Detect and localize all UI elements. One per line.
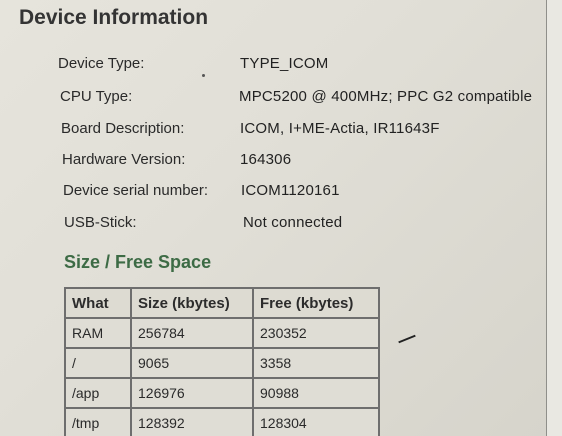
cell-size: 126976 xyxy=(130,377,254,409)
screen-speck xyxy=(202,74,205,77)
mouse-cursor-mark xyxy=(398,334,416,344)
cell-size: 256784 xyxy=(130,317,254,349)
cell-size: 128392 xyxy=(130,407,254,436)
section-title-size-free-space: Size / Free Space xyxy=(64,252,212,272)
content-border xyxy=(546,0,547,436)
info-label: USB-Stick: xyxy=(64,214,137,231)
info-value: TYPE_ICOM xyxy=(240,55,329,72)
cell-free: 3358 xyxy=(252,347,380,379)
cell-what: /tmp xyxy=(64,407,132,436)
cell-size: 9065 xyxy=(130,347,254,379)
info-label: Board Description: xyxy=(61,120,185,137)
column-header-free: Free (kbytes) xyxy=(252,287,380,319)
table-row: /app 126976 90988 xyxy=(64,377,380,409)
cell-free: 90988 xyxy=(252,377,380,409)
cell-free: 230352 xyxy=(252,317,380,349)
info-value: ICOM1120161 xyxy=(241,182,340,199)
cell-free: 128304 xyxy=(252,407,380,436)
column-header-size: Size (kbytes) xyxy=(130,287,254,319)
page-title: Device Information xyxy=(19,6,209,29)
table-header-row: What Size (kbytes) Free (kbytes) xyxy=(64,287,380,319)
info-value: Not connected xyxy=(243,214,343,231)
cell-what: /app xyxy=(64,377,132,409)
device-info-page: Device Information Device Type: TYPE_ICO… xyxy=(0,0,562,436)
info-label: CPU Type: xyxy=(60,88,133,105)
table-row: / 9065 3358 xyxy=(64,347,380,379)
window-edge-strip xyxy=(547,0,562,436)
info-value: 164306 xyxy=(240,151,292,168)
info-value: ICOM, I+ME-Actia, IR11643F xyxy=(240,120,440,137)
cell-what: / xyxy=(64,347,132,379)
info-label: Device Type: xyxy=(58,55,145,72)
table-row: /tmp 128392 128304 xyxy=(64,407,380,436)
info-label: Hardware Version: xyxy=(62,151,186,168)
cell-what: RAM xyxy=(64,317,132,349)
table-row: RAM 256784 230352 xyxy=(64,317,380,349)
size-free-space-table: What Size (kbytes) Free (kbytes) RAM 256… xyxy=(64,287,380,436)
info-value: MPC5200 @ 400MHz; PPC G2 compatible xyxy=(239,88,533,105)
column-header-what: What xyxy=(64,287,132,319)
info-label: Device serial number: xyxy=(63,182,209,199)
